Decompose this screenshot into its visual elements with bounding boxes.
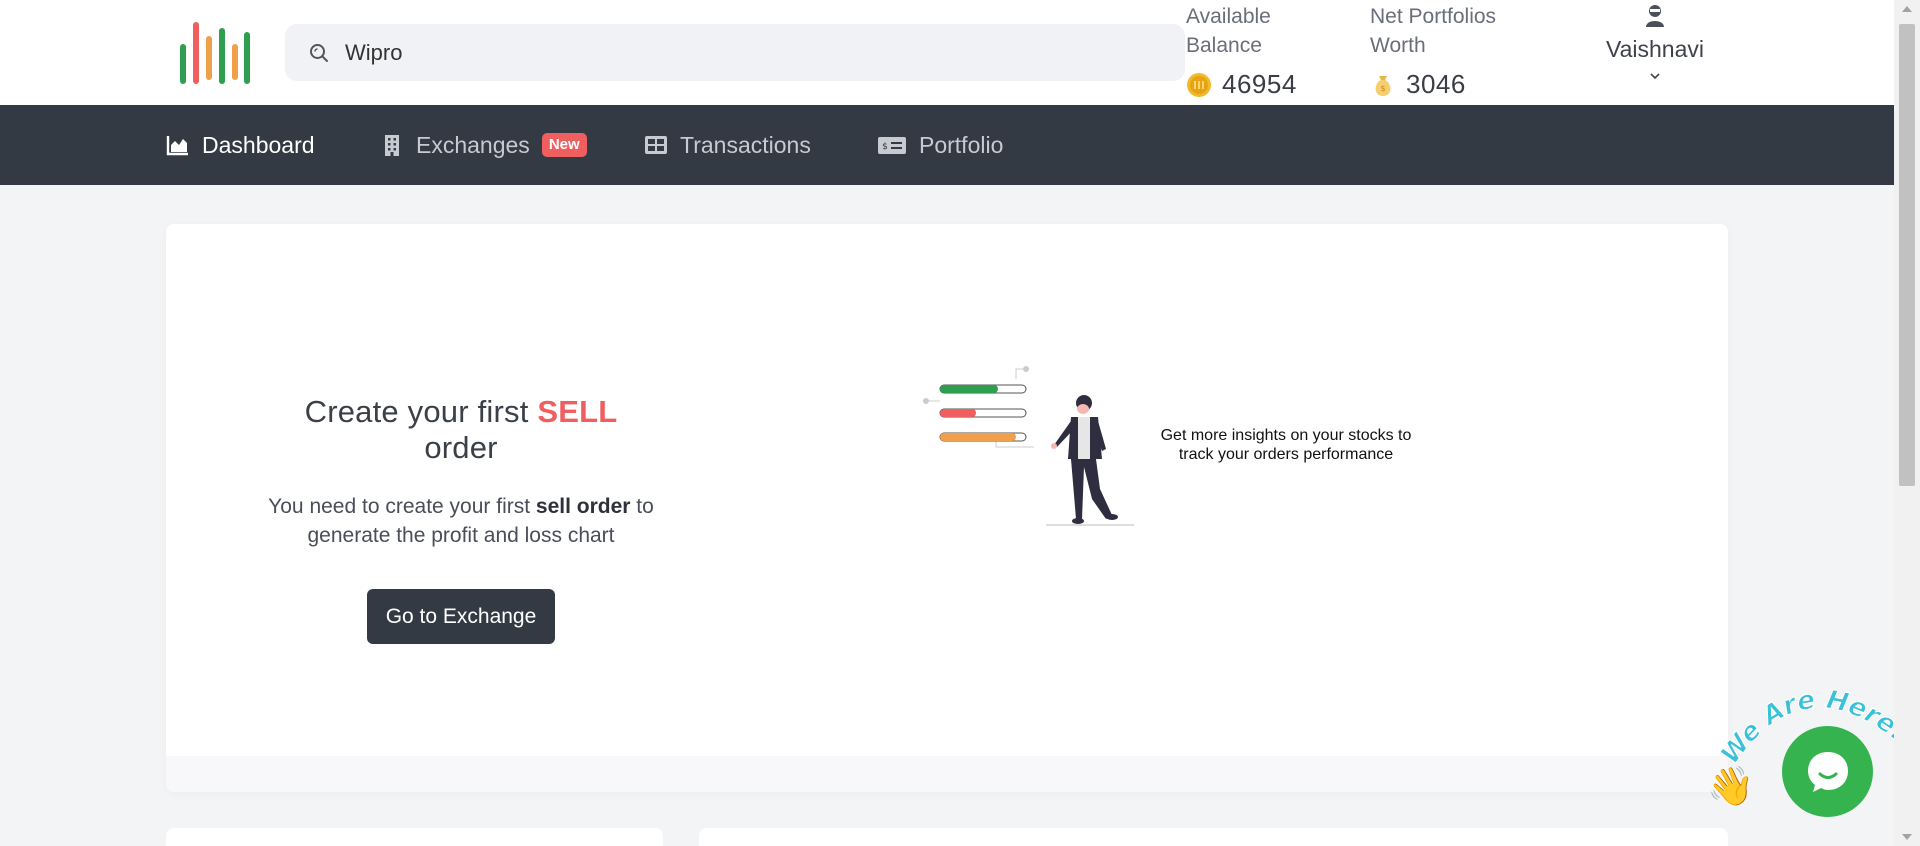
available-balance: Available Balance 46954 bbox=[1186, 2, 1336, 100]
worth-label: Net Portfolios Worth bbox=[1370, 5, 1497, 57]
chat-bubble-icon bbox=[1808, 752, 1848, 792]
balance-value: 46954 bbox=[1222, 69, 1297, 99]
building-icon bbox=[385, 135, 399, 156]
top-header: Available Balance 46954 Net Portfolios W… bbox=[0, 0, 1894, 105]
net-portfolios-worth: Net Portfolios Worth $ 3046 bbox=[1370, 2, 1540, 100]
page-scrollbar[interactable] bbox=[1894, 0, 1920, 846]
nav-label-dashboard: Dashboard bbox=[202, 131, 315, 158]
scroll-down-arrow-icon[interactable] bbox=[1902, 834, 1912, 840]
sell-prompt: Create your first SELL order You need to… bbox=[266, 394, 656, 644]
lower-card-right bbox=[699, 828, 1728, 846]
waving-hand-icon: 👋 bbox=[1707, 766, 1755, 808]
table-icon bbox=[645, 136, 667, 154]
sell-desc-bold: sell order bbox=[535, 495, 631, 518]
svg-text:$: $ bbox=[882, 142, 888, 152]
card-footer bbox=[166, 756, 1728, 792]
nav-label-exchanges: Exchanges bbox=[416, 131, 530, 158]
chart-area-icon bbox=[166, 136, 188, 156]
sell-title-pre: Create your first bbox=[304, 394, 529, 429]
sell-title: Create your first SELL order bbox=[266, 394, 656, 466]
money-check-icon: $ bbox=[878, 137, 906, 154]
lower-card-left bbox=[166, 828, 663, 846]
chat-widget[interactable]: We Are Here! 👋 bbox=[1705, 670, 1905, 830]
sell-description: You need to create your first sell order… bbox=[266, 492, 656, 550]
worth-value: 3046 bbox=[1406, 69, 1466, 99]
sell-order-card: Create your first SELL order You need to… bbox=[166, 224, 1728, 792]
user-name[interactable]: Vaishnavi bbox=[1600, 36, 1710, 63]
new-badge: New bbox=[541, 133, 587, 157]
nav-item-dashboard[interactable]: Dashboard bbox=[166, 105, 315, 185]
nav-item-exchanges[interactable]: Exchanges New bbox=[380, 105, 587, 185]
sell-title-emph: SELL bbox=[537, 394, 618, 429]
money-bag-icon: $ bbox=[1375, 75, 1391, 96]
nav-label-portfolio: Portfolio bbox=[919, 131, 1004, 158]
sell-desc-pre: You need to create your first bbox=[268, 495, 531, 518]
nav-label-transactions: Transactions bbox=[680, 131, 811, 158]
go-to-exchange-button[interactable]: Go to Exchange bbox=[366, 589, 556, 644]
nav-item-transactions[interactable]: Transactions bbox=[644, 105, 811, 185]
scroll-up-arrow-icon[interactable] bbox=[1902, 6, 1912, 12]
user-menu[interactable]: Vaishnavi bbox=[1600, 2, 1710, 83]
search-input[interactable] bbox=[345, 24, 1165, 81]
scroll-thumb[interactable] bbox=[1899, 24, 1915, 486]
chat-open-button[interactable] bbox=[1782, 726, 1873, 817]
user-ninja-icon bbox=[1646, 5, 1664, 27]
coin-icon bbox=[1187, 72, 1211, 97]
insight-caption: Get more insights on your stocks to trac… bbox=[1160, 427, 1412, 463]
person-with-progress-bars-illustration bbox=[923, 366, 1134, 526]
balance-label: Available Balance bbox=[1186, 5, 1271, 57]
main-nav: Dashboard Exchanges New Transactions $ P… bbox=[0, 105, 1894, 185]
sell-title-post: order bbox=[424, 430, 498, 465]
app-logo[interactable] bbox=[178, 18, 250, 88]
search-bar[interactable] bbox=[285, 24, 1185, 81]
logo-bars-icon bbox=[180, 22, 250, 84]
svg-text:$: $ bbox=[1380, 84, 1385, 93]
chevron-down-icon[interactable] bbox=[1648, 69, 1662, 83]
search-icon bbox=[310, 44, 328, 62]
nav-item-portfolio[interactable]: $ Portfolio bbox=[877, 105, 1003, 185]
